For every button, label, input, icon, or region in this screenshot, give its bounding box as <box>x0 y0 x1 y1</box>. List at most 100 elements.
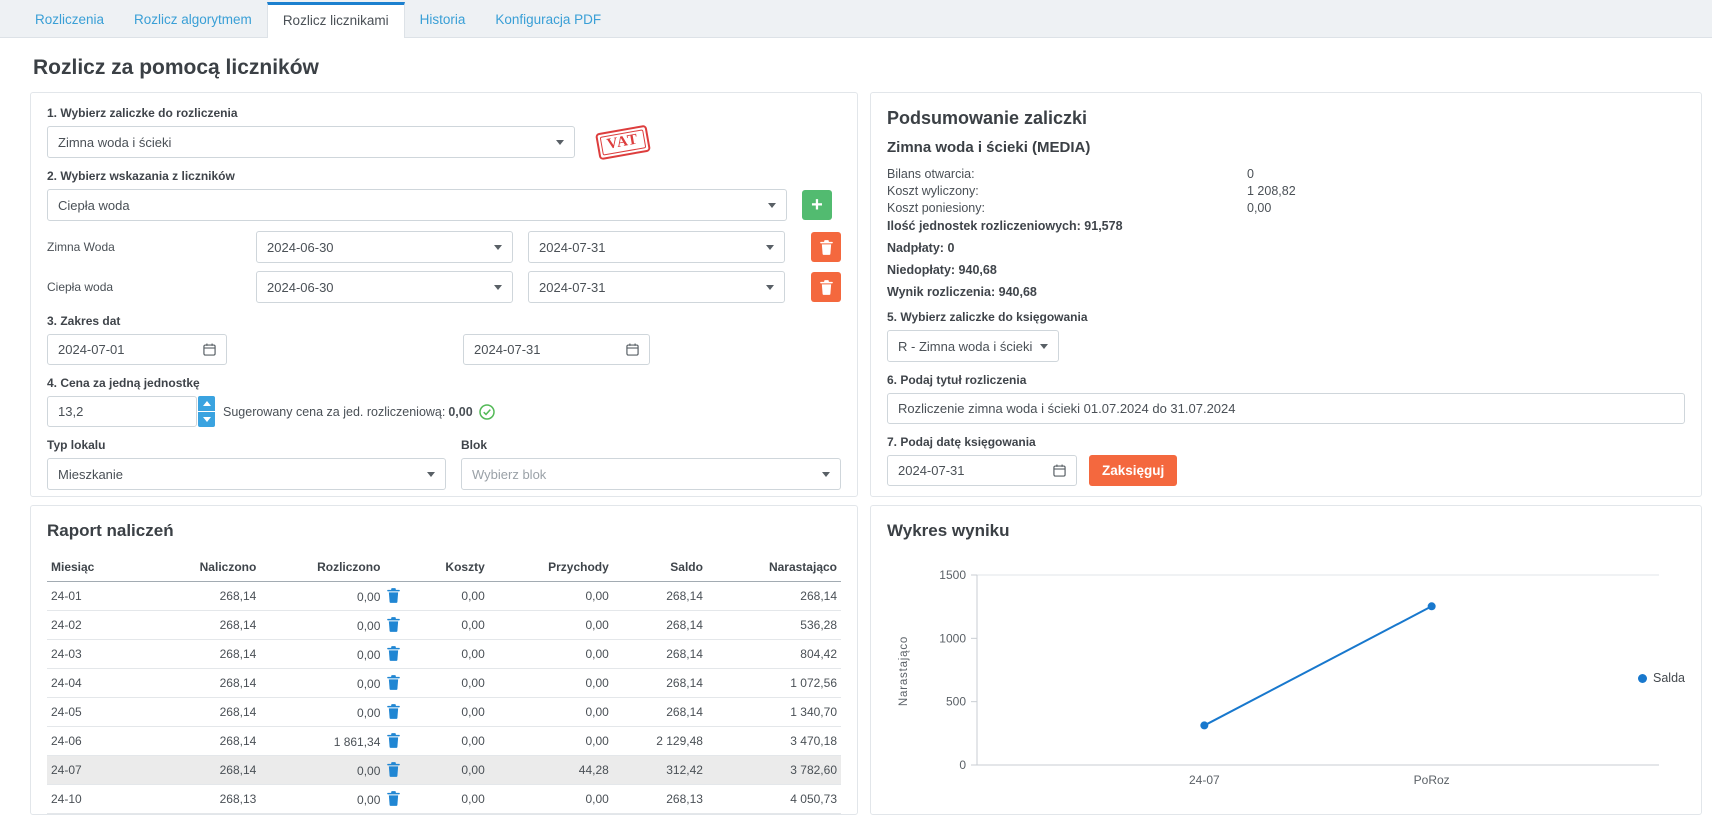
line-chart: 05001000150024-07PoRoz <box>887 553 1685 801</box>
chart-y-axis-label: Narastająco <box>898 636 910 706</box>
stepper-up-button[interactable] <box>198 396 215 411</box>
delete-settlement-button[interactable] <box>387 588 400 603</box>
chevron-down-icon <box>494 285 502 290</box>
date-to-input[interactable]: 2024-07-31 <box>463 334 650 365</box>
meter-to-select[interactable]: 2024-07-31 <box>528 231 785 263</box>
typ-lokalu-label: Typ lokalu <box>47 438 461 452</box>
cell-naliczono: 268,14 <box>156 611 260 640</box>
trash-icon <box>387 675 400 690</box>
advance-select[interactable]: Zimna woda i ścieki <box>47 126 575 158</box>
cell-naliczono: 268,14 <box>156 698 260 727</box>
svg-text:0: 0 <box>959 758 966 772</box>
blok-select[interactable]: Wybierz blok <box>461 458 841 490</box>
cell-koszty: 0,00 <box>404 669 488 698</box>
booking-advance-select[interactable]: R - Zimna woda i ścieki <box>887 330 1059 362</box>
cell-narastajaco: 1 072,56 <box>707 669 841 698</box>
cell-rozliczono: 0,00 <box>260 640 404 669</box>
delete-meter-button[interactable] <box>811 232 841 262</box>
page-title: Rozlicz za pomocą liczników <box>33 56 1712 80</box>
meter-from-select[interactable]: 2024-06-30 <box>256 271 513 303</box>
trash-icon <box>820 240 833 255</box>
unit-price-input[interactable] <box>47 396 197 427</box>
vat-stamp: VAT <box>595 124 651 160</box>
tab-bar: Rozliczenia Rozlicz algorytmem Rozlicz l… <box>0 0 1712 38</box>
stepper-down-button[interactable] <box>198 412 215 427</box>
meter-name: Ciepła woda <box>47 280 256 294</box>
book-button[interactable]: Zaksięguj <box>1089 455 1177 486</box>
cell-przychody: 0,00 <box>489 669 613 698</box>
tab-rozlicz-algorytmem[interactable]: Rozlicz algorytmem <box>119 3 267 37</box>
settlement-title-input[interactable] <box>887 393 1685 424</box>
cell-koszty: 0,00 <box>404 582 488 611</box>
summary-row: Koszt poniesiony: 0,00 <box>887 200 1685 217</box>
chart-panel: Wykres wyniku Narastająco 05001000150024… <box>870 505 1702 815</box>
chart-legend[interactable]: Salda <box>1638 671 1685 685</box>
report-row: 24-02268,140,000,000,00268,14536,28 <box>47 611 841 640</box>
chevron-down-icon <box>766 285 774 290</box>
calendar-icon <box>1053 464 1066 477</box>
cell-saldo: 268,14 <box>613 582 707 611</box>
chevron-down-icon <box>822 472 830 477</box>
report-row: 24-06268,141 861,340,000,002 129,483 470… <box>47 727 841 756</box>
legend-dot-icon <box>1638 674 1647 683</box>
report-row: 24-03268,140,000,000,00268,14804,42 <box>47 640 841 669</box>
add-meter-button[interactable]: + <box>802 190 832 220</box>
delete-settlement-button[interactable] <box>387 791 400 806</box>
typ-lokalu-select[interactable]: Mieszkanie <box>47 458 446 490</box>
cell-rozliczono: 0,00 <box>260 756 404 785</box>
cell-koszty: 0,00 <box>404 698 488 727</box>
delete-settlement-button[interactable] <box>387 646 400 661</box>
meter-readings-select[interactable]: Ciepła woda <box>47 189 787 221</box>
date-from-input[interactable]: 2024-07-01 <box>47 334 227 365</box>
cell-przychody: 0,00 <box>489 640 613 669</box>
meter-readings-select-value: Ciepła woda <box>58 198 130 213</box>
svg-text:PoRoz: PoRoz <box>1414 773 1450 787</box>
summary-overpayments-line: Nadpłaty: 0 <box>887 241 1685 255</box>
delete-settlement-button[interactable] <box>387 617 400 632</box>
trash-icon <box>387 791 400 806</box>
cell-przychody: 0,00 <box>489 582 613 611</box>
cell-saldo: 2 129,48 <box>613 727 707 756</box>
summary-result-line: Wynik rozliczenia: 940,68 <box>887 285 1685 299</box>
report-row: 24-01268,140,000,000,00268,14268,14 <box>47 582 841 611</box>
cell-koszty: 0,00 <box>404 611 488 640</box>
report-table: Miesiąc Naliczono Rozliczono Koszty Przy… <box>47 553 841 814</box>
result-chart: Narastająco 05001000150024-07PoRoz Salda <box>887 553 1685 806</box>
cell-narastajaco: 536,28 <box>707 611 841 640</box>
cell-narastajaco: 804,42 <box>707 640 841 669</box>
price-stepper <box>198 396 215 427</box>
step7-label: 7. Podaj datę księgowania <box>887 435 1685 449</box>
report-row: 24-05268,140,000,000,00268,141 340,70 <box>47 698 841 727</box>
svg-text:1500: 1500 <box>939 568 966 582</box>
delete-settlement-button[interactable] <box>387 675 400 690</box>
report-row: 24-10268,130,000,000,00268,134 050,73 <box>47 785 841 814</box>
chevron-down-icon <box>427 472 435 477</box>
suggested-price-value: 0,00 <box>448 405 472 419</box>
cell-narastajaco: 268,14 <box>707 582 841 611</box>
tab-rozliczenia[interactable]: Rozliczenia <box>20 3 119 37</box>
delete-meter-button[interactable] <box>811 272 841 302</box>
check-circle-icon <box>479 404 495 420</box>
summary-title: Podsumowanie zaliczki <box>887 108 1685 129</box>
cell-rozliczono: 1 861,34 <box>260 727 404 756</box>
report-row: 24-04268,140,000,000,00268,141 072,56 <box>47 669 841 698</box>
delete-settlement-button[interactable] <box>387 704 400 719</box>
tab-historia[interactable]: Historia <box>405 3 481 37</box>
tab-konfiguracja-pdf[interactable]: Konfiguracja PDF <box>480 3 616 37</box>
cell-narastajaco: 3 470,18 <box>707 727 841 756</box>
delete-settlement-button[interactable] <box>387 762 400 777</box>
cell-rozliczono: 0,00 <box>260 582 404 611</box>
trash-icon <box>387 733 400 748</box>
booking-date-input[interactable]: 2024-07-31 <box>887 455 1077 486</box>
cell-rozliczono: 0,00 <box>260 611 404 640</box>
meter-row: Ciepła woda 2024-06-30 2024-07-31 <box>47 271 841 303</box>
cell-rozliczono: 0,00 <box>260 669 404 698</box>
meter-from-select[interactable]: 2024-06-30 <box>256 231 513 263</box>
meter-to-select[interactable]: 2024-07-31 <box>528 271 785 303</box>
calendar-icon <box>626 343 639 356</box>
tab-rozlicz-licznikami[interactable]: Rozlicz licznikami <box>267 2 405 38</box>
report-row: 24-07268,140,000,0044,28312,423 782,60 <box>47 756 841 785</box>
trash-icon <box>387 646 400 661</box>
triangle-up-icon <box>203 401 211 406</box>
delete-settlement-button[interactable] <box>387 733 400 748</box>
